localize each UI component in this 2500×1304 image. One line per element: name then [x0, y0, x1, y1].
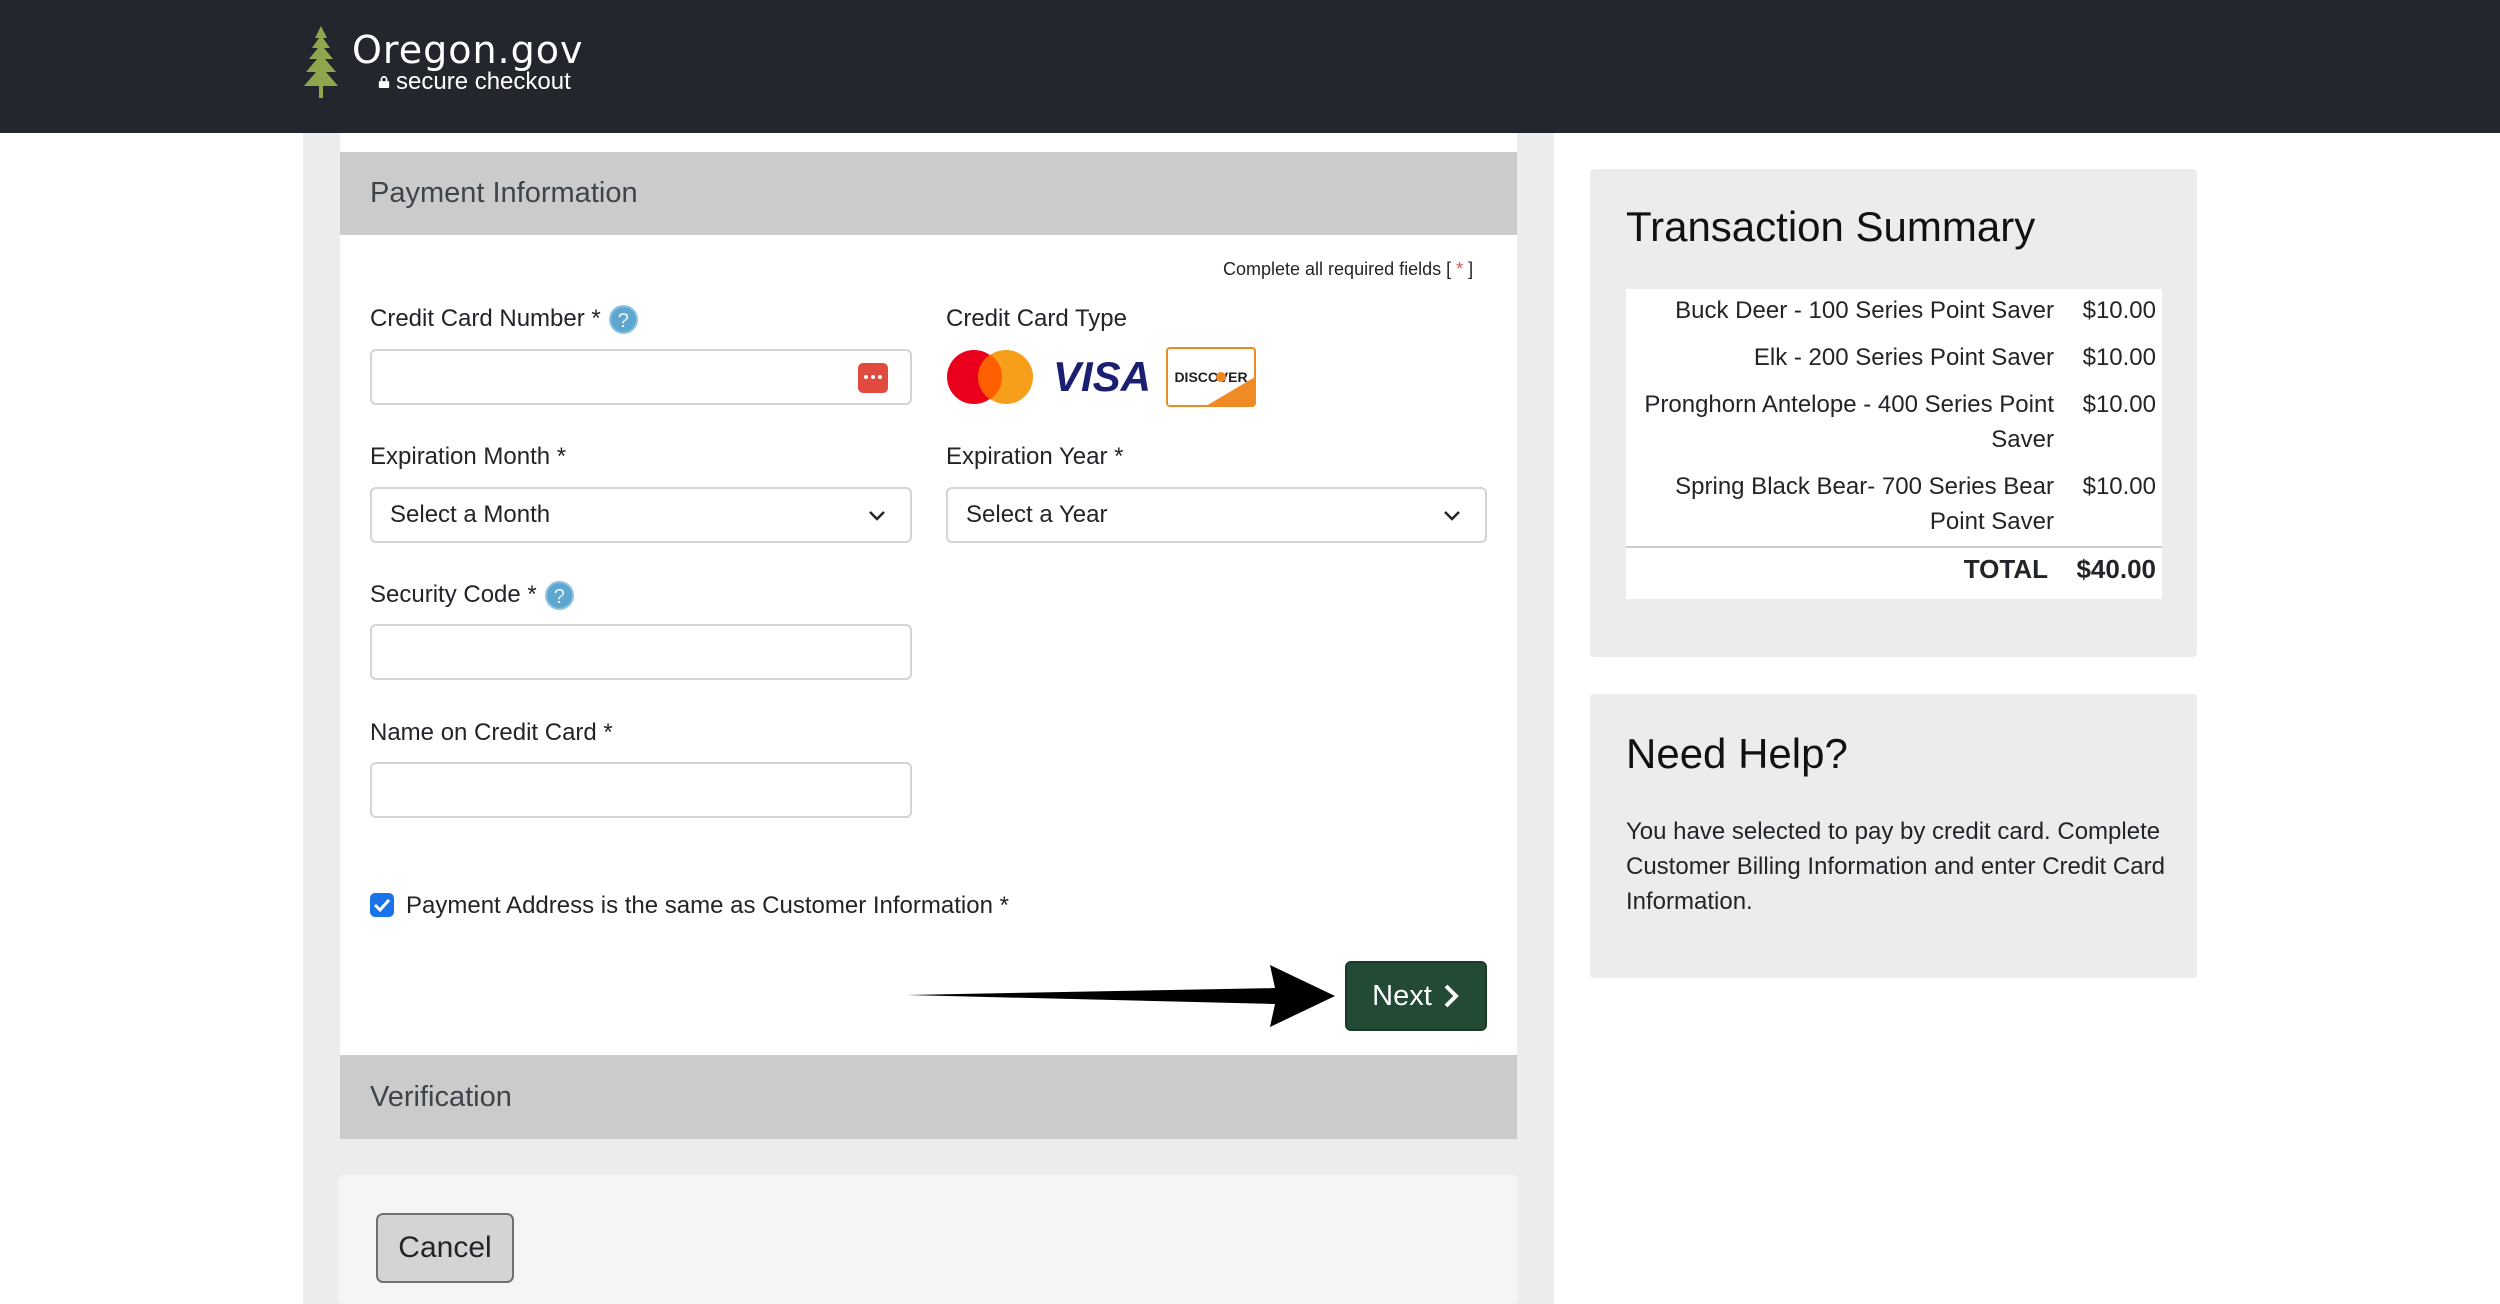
- cc-number-input[interactable]: [370, 349, 912, 405]
- autofill-icon[interactable]: [858, 363, 888, 393]
- security-code-label: Security Code *?: [370, 581, 574, 611]
- help-icon[interactable]: ?: [608, 305, 638, 335]
- help-title: Need Help?: [1626, 730, 1848, 777]
- previous-section-edge: [340, 133, 1517, 152]
- verification-section-header[interactable]: Verification: [340, 1055, 1517, 1139]
- name-on-card-label: Name on Credit Card *: [370, 719, 613, 746]
- payment-section-title: Payment Information: [370, 177, 638, 209]
- exp-month-select[interactable]: Select a Month: [370, 487, 912, 543]
- same-address-checkbox[interactable]: [370, 893, 394, 917]
- same-address-label[interactable]: Payment Address is the same as Customer …: [406, 892, 1009, 920]
- discover-icon: DISCOVER: [1166, 347, 1256, 407]
- cc-type-label: Credit Card Type: [946, 305, 1127, 332]
- security-code-input[interactable]: [370, 624, 912, 680]
- check-icon: [373, 898, 391, 913]
- exp-month-label: Expiration Month *: [370, 443, 567, 470]
- exp-year-select[interactable]: Select a Year: [946, 487, 1487, 543]
- pointer-arrow-annotation: [907, 965, 1335, 1027]
- transaction-summary: Transaction Summary Buck Deer - 100 Seri…: [1590, 169, 2197, 657]
- total-amount: $40.00: [2076, 554, 2156, 584]
- tree-icon: [304, 26, 338, 98]
- total-label: TOTAL: [1963, 554, 2048, 584]
- cancel-button[interactable]: Cancel: [376, 1213, 514, 1283]
- required-fields-note: Complete all required fields [ * ]: [1223, 259, 1474, 279]
- total-divider: [1626, 546, 2162, 548]
- summary-title: Transaction Summary: [1626, 203, 2036, 250]
- exp-year-label: Expiration Year *: [946, 443, 1124, 470]
- chevron-down-icon: [1444, 511, 1460, 521]
- payment-section-header: Payment Information: [340, 152, 1517, 235]
- mastercard-icon: [947, 350, 1033, 404]
- svg-text:DISCOVER: DISCOVER: [1174, 369, 1247, 385]
- verification-section-title: Verification: [370, 1080, 512, 1113]
- need-help-panel: Need Help? You have selected to pay by c…: [1590, 694, 2197, 978]
- oregon-gov-logo[interactable]: Oregon.gov secure checkout: [302, 24, 583, 100]
- cc-number-label: Credit Card Number *?: [370, 305, 638, 335]
- chevron-right-icon: [1444, 984, 1459, 1008]
- site-header: Oregon.gov secure checkout: [0, 0, 2500, 133]
- actions-panel: [338, 1175, 1518, 1304]
- brand-subtitle: secure checkout: [396, 68, 571, 95]
- summary-table: Buck Deer - 100 Series Point Saver $10.0…: [1626, 289, 2162, 599]
- name-on-card-input[interactable]: [370, 762, 912, 818]
- chevron-down-icon: [869, 511, 885, 521]
- lock-icon: [378, 76, 390, 88]
- card-type-logos: VISA DISCOVER: [946, 347, 1256, 407]
- brand-name: Oregon.gov: [352, 28, 584, 72]
- help-text: You have selected to pay by credit card.…: [1626, 818, 2165, 915]
- visa-icon: VISA: [1053, 353, 1151, 400]
- next-button[interactable]: Next: [1345, 961, 1487, 1031]
- help-icon[interactable]: ?: [544, 581, 574, 611]
- svg-text:VISA: VISA: [1053, 353, 1151, 400]
